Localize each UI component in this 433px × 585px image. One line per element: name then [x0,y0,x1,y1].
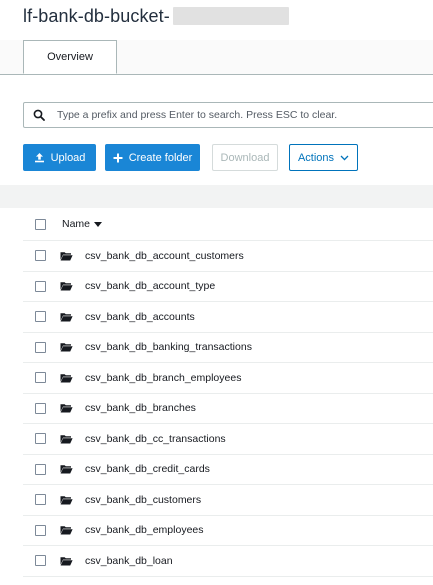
row-checkbox[interactable] [35,494,46,506]
table-row[interactable]: csv_bank_db_branches [23,394,433,424]
tab-overview[interactable]: Overview [23,40,117,74]
table-row[interactable]: csv_bank_db_account_type [23,272,433,302]
folder-name-link[interactable]: csv_bank_db_banking_transactions [85,341,252,353]
row-checkbox[interactable] [35,280,46,292]
row-checkbox[interactable] [35,433,46,445]
table-row[interactable]: csv_bank_db_credit_cards [23,455,433,485]
bucket-title: lf-bank-db-bucket- [23,5,170,26]
table-header: Name [23,208,433,241]
objects-table: csv_bank_db_account_customers csv_bank_db… [23,241,433,577]
table-row[interactable]: csv_bank_db_employees [23,516,433,546]
table-row[interactable]: csv_bank_db_loan [23,546,433,577]
plus-icon [113,153,123,163]
folder-name-link[interactable]: csv_bank_db_accounts [85,311,195,323]
row-checkbox[interactable] [35,463,46,475]
actions-dropdown-button[interactable]: Actions [289,144,358,171]
folder-name-link[interactable]: csv_bank_db_customers [85,494,201,506]
row-checkbox[interactable] [35,555,46,567]
table-row[interactable]: csv_bank_db_accounts [23,302,433,333]
name-column-label: Name [62,218,91,230]
search-box[interactable] [23,102,433,128]
create-folder-button[interactable]: Create folder [105,144,200,171]
search-icon [33,109,45,121]
table-row[interactable]: csv_bank_db_banking_transactions [23,333,433,363]
table-row[interactable]: csv_bank_db_branch_employees [23,363,433,394]
folder-icon [60,251,73,261]
download-button-label: Download [220,151,270,164]
folder-icon [60,312,73,322]
upload-icon [34,152,45,163]
table-row[interactable]: csv_bank_db_cc_transactions [23,424,433,455]
table-row[interactable]: csv_bank_db_account_customers [23,241,433,272]
folder-icon [60,342,73,352]
download-button[interactable]: Download [212,144,278,171]
name-column-header[interactable]: Name [62,218,103,230]
tab-bar: Overview [0,40,433,75]
folder-icon [60,373,73,383]
upload-button[interactable]: Upload [23,144,96,171]
select-all-checkbox[interactable] [35,218,46,230]
folder-icon [60,525,73,535]
folder-icon [60,495,73,505]
row-checkbox[interactable] [35,250,46,262]
table-row[interactable]: csv_bank_db_customers [23,485,433,516]
row-checkbox[interactable] [35,341,46,353]
folder-icon [60,556,73,566]
folder-name-link[interactable]: csv_bank_db_branch_employees [85,372,241,384]
folder-icon [60,281,73,291]
row-checkbox[interactable] [35,311,46,323]
search-input[interactable] [55,108,419,122]
folder-name-link[interactable]: csv_bank_db_cc_transactions [85,433,226,445]
row-checkbox[interactable] [35,402,46,414]
folder-icon [60,464,73,474]
folder-name-link[interactable]: csv_bank_db_employees [85,524,204,536]
folder-name-link[interactable]: csv_bank_db_credit_cards [85,463,210,475]
row-checkbox[interactable] [35,372,46,384]
create-folder-button-label: Create folder [128,151,193,164]
sort-caret-icon [94,221,103,227]
redacted-bucket-suffix [172,7,289,25]
chevron-down-icon [340,155,349,161]
upload-button-label: Upload [50,151,86,164]
page-header: lf-bank-db-bucket- [23,4,289,28]
folder-name-link[interactable]: csv_bank_db_branches [85,402,196,414]
folder-name-link[interactable]: csv_bank_db_loan [85,555,173,567]
folder-icon [60,403,73,413]
folder-name-link[interactable]: csv_bank_db_account_customers [85,250,244,262]
row-checkbox[interactable] [35,524,46,536]
actions-button-label: Actions [297,151,335,164]
folder-icon [60,434,73,444]
folder-name-link[interactable]: csv_bank_db_account_type [85,280,215,292]
table-toolbar-band [0,185,433,208]
